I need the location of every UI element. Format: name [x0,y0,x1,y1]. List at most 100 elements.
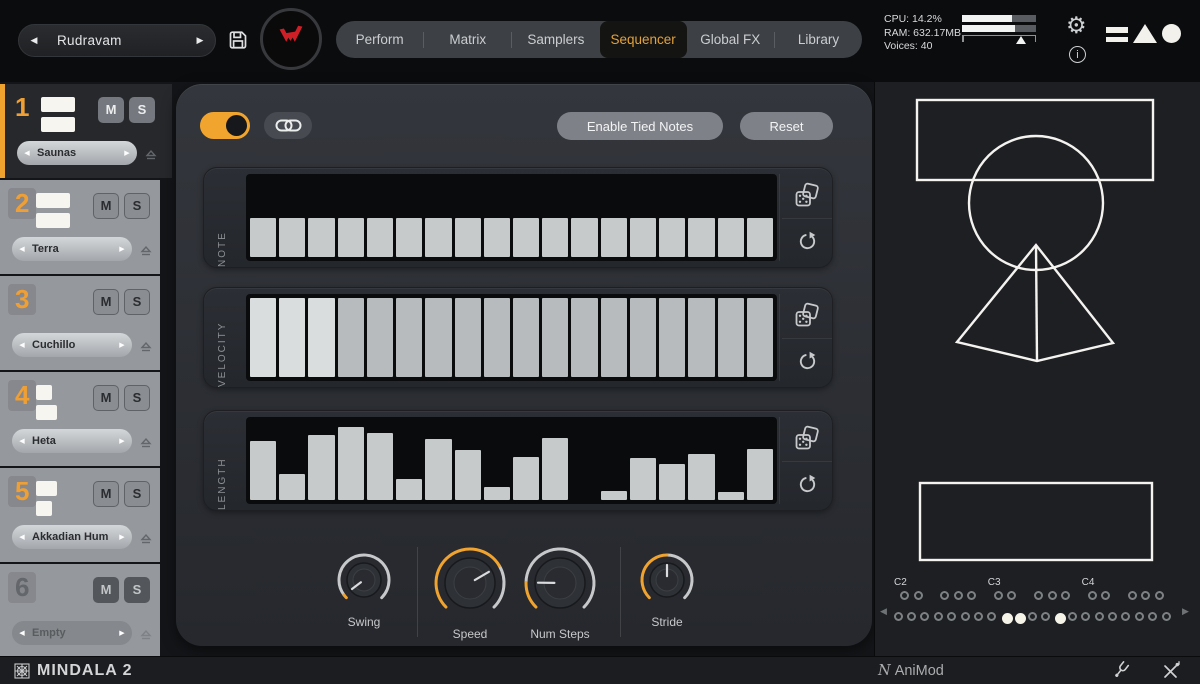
kb-scroll-right[interactable]: ▶ [1182,606,1189,617]
white-key-dot-active[interactable] [1002,613,1013,624]
step-display[interactable] [246,174,777,261]
preset-prev-icon[interactable]: ◀ [12,341,32,349]
step-bar[interactable] [718,492,744,500]
white-key-dot[interactable] [1148,612,1157,621]
track-row-3[interactable]: 3MS◀Cuchillo▶ [0,276,160,370]
step-bar[interactable] [279,298,305,377]
black-key-dot[interactable] [1101,591,1110,600]
randomize-dice-icon[interactable] [782,416,832,460]
step-bar[interactable] [747,298,773,377]
black-key-dot[interactable] [1048,591,1057,600]
enable-tied-notes-button[interactable]: Enable Tied Notes [557,112,723,140]
info-icon[interactable]: i [1069,46,1086,63]
tab-perform[interactable]: Perform [336,21,423,58]
step-bar[interactable] [542,438,568,500]
white-key-dot[interactable] [1068,612,1077,621]
step-bar[interactable] [425,298,451,377]
tab-global-fx[interactable]: Global FX [687,21,774,58]
solo-button[interactable]: S [124,385,150,411]
step-bar[interactable] [367,218,393,258]
step-bar[interactable] [250,218,276,258]
link-button[interactable] [264,112,312,139]
step-display[interactable] [246,294,777,381]
black-key-dot[interactable] [994,591,1003,600]
settings-gear-icon[interactable]: ⚙ [1066,14,1087,37]
white-key-dot[interactable] [1135,612,1144,621]
mute-button[interactable]: M [93,385,119,411]
black-key-dot[interactable] [914,591,923,600]
black-key-dot[interactable] [1034,591,1043,600]
mute-button[interactable]: M [93,193,119,219]
white-key-dot[interactable] [947,612,956,621]
step-bar[interactable] [396,218,422,258]
preset-next-button[interactable]: ▶ [185,35,215,46]
white-key-dot[interactable] [974,612,983,621]
solo-button[interactable]: S [124,577,150,603]
track-row-2[interactable]: 2MS◀Terra▶ [0,180,160,274]
preset-next-icon[interactable]: ▶ [112,629,132,637]
reset-cycle-icon[interactable] [782,462,832,506]
track-row-6[interactable]: 6MS◀Empty▶ [0,564,160,658]
step-bar[interactable] [484,298,510,377]
step-bar[interactable] [396,298,422,377]
step-bar[interactable] [425,218,451,258]
track-row-4[interactable]: 4MS◀Heta▶ [0,372,160,466]
step-bar[interactable] [338,218,364,258]
black-key-dot[interactable] [954,591,963,600]
step-bar[interactable] [455,298,481,377]
step-bar[interactable] [455,218,481,258]
step-bar[interactable] [513,298,539,377]
white-key-dot[interactable] [987,612,996,621]
step-display[interactable] [246,417,777,504]
track-preset-selector[interactable]: ◀Akkadian Hum▶ [12,525,132,549]
step-bar[interactable] [688,298,714,377]
step-bar[interactable] [542,218,568,258]
white-key-dot[interactable] [1028,612,1037,621]
white-key-dot-active[interactable] [1055,613,1066,624]
step-bar[interactable] [601,298,627,377]
black-key-dot[interactable] [967,591,976,600]
step-bar[interactable] [630,218,656,258]
step-bar[interactable] [308,435,334,500]
knob-swing[interactable]: Swing [335,551,393,629]
tab-samplers[interactable]: Samplers [512,21,599,58]
step-bar[interactable] [718,298,744,377]
knob-stride[interactable]: Stride [638,551,696,629]
solo-button[interactable]: S [124,289,150,315]
solo-button[interactable]: S [124,193,150,219]
eject-icon[interactable] [140,627,152,645]
step-bar[interactable] [571,298,597,377]
preset-next-icon[interactable]: ▶ [117,149,137,157]
preset-prev-icon[interactable]: ◀ [12,437,32,445]
black-key-dot[interactable] [1088,591,1097,600]
step-bar[interactable] [659,298,685,377]
black-key-dot[interactable] [1128,591,1137,600]
white-key-dot[interactable] [920,612,929,621]
kb-scroll-left[interactable]: ◀ [880,606,887,617]
step-bar[interactable] [484,218,510,258]
sequencer-enable-toggle[interactable] [200,112,250,139]
tab-matrix[interactable]: Matrix [424,21,511,58]
track-preset-selector[interactable]: ◀Empty▶ [12,621,132,645]
step-bar[interactable] [279,474,305,500]
solo-button[interactable]: S [129,97,155,123]
white-key-dot[interactable] [907,612,916,621]
step-bar[interactable] [484,487,510,500]
black-key-dot[interactable] [1007,591,1016,600]
step-bar[interactable] [718,218,744,258]
track-row-5[interactable]: 5MS◀Akkadian Hum▶ [0,468,160,562]
knob-num-steps[interactable]: Num Steps [522,545,598,641]
white-key-dot[interactable] [1162,612,1171,621]
white-key-dot-active[interactable] [1015,613,1026,624]
step-bar[interactable] [338,427,364,500]
step-bar[interactable] [747,218,773,258]
white-key-dot[interactable] [961,612,970,621]
mute-button[interactable]: M [98,97,124,123]
knob-speed[interactable]: Speed [432,545,508,641]
note-mute-icon[interactable] [1162,661,1181,684]
white-key-dot[interactable] [1108,612,1117,621]
step-bar[interactable] [542,298,568,377]
step-bar[interactable] [571,218,597,258]
track-preset-selector[interactable]: ◀Saunas▶ [17,141,137,165]
preset-next-icon[interactable]: ▶ [112,533,132,541]
